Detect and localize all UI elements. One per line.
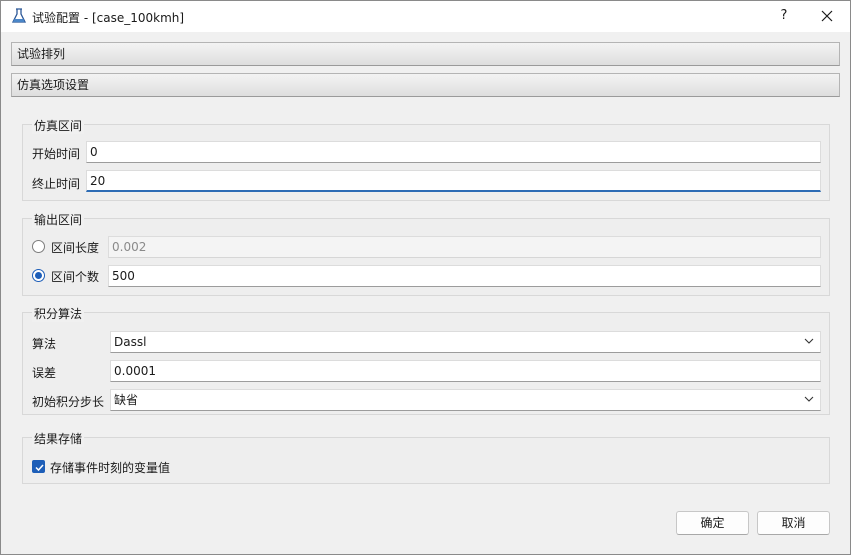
end-time-label: 终止时间 [32, 177, 81, 191]
section-simulation-options[interactable]: 仿真选项设置 [11, 73, 840, 97]
simulation-interval-group: 仿真区间 开始时间 0 终止时间 20 [22, 117, 830, 201]
title-bar: 试验配置 - [case_100kmh] ? [1, 1, 850, 32]
group-title: 输出区间 [32, 211, 85, 228]
end-time-input[interactable]: 20 [86, 170, 821, 192]
interval-count-input[interactable]: 500 [108, 265, 821, 287]
algorithm-select[interactable]: Dassl [110, 331, 821, 353]
tolerance-label: 误差 [32, 366, 57, 380]
chevron-down-icon [804, 338, 814, 344]
interval-length-radio[interactable] [32, 240, 45, 253]
cancel-button[interactable]: 取消 [757, 511, 830, 535]
chevron-down-icon [804, 396, 814, 402]
close-icon [821, 10, 833, 22]
section-test-arrangement[interactable]: 试验排列 [11, 42, 840, 66]
integration-group: 积分算法 算法 Dassl 误差 0.0001 初始积分步长 缺省 [22, 305, 830, 415]
check-icon [35, 464, 44, 472]
interval-count-radio[interactable] [32, 269, 45, 282]
output-interval-group: 输出区间 区间长度 0.002 区间个数 500 [22, 211, 830, 296]
close-button[interactable] [815, 5, 839, 27]
group-title: 积分算法 [32, 305, 85, 322]
group-title: 仿真区间 [32, 117, 85, 134]
algorithm-label: 算法 [32, 337, 57, 351]
tolerance-input[interactable]: 0.0001 [110, 360, 821, 382]
store-event-values-checkbox[interactable] [32, 460, 45, 473]
help-button[interactable]: ? [773, 5, 795, 27]
interval-length-label: 区间长度 [51, 241, 100, 255]
ok-button[interactable]: 确定 [676, 511, 749, 535]
result-storage-group: 结果存储 存储事件时刻的变量值 [22, 430, 830, 484]
start-time-input[interactable]: 0 [86, 141, 821, 163]
window-title: 试验配置 - [case_100kmh] [32, 11, 185, 25]
store-event-values-label: 存储事件时刻的变量值 [50, 461, 171, 475]
group-title: 结果存储 [32, 430, 85, 447]
initial-step-label: 初始积分步长 [32, 395, 105, 409]
initial-step-value: 缺省 [114, 393, 139, 407]
dialog-window: 试验配置 - [case_100kmh] ? 试验排列 仿真选项设置 仿真区间 … [0, 0, 851, 555]
algorithm-value: Dassl [114, 335, 147, 349]
interval-count-label: 区间个数 [51, 270, 100, 284]
initial-step-select[interactable]: 缺省 [110, 389, 821, 411]
start-time-label: 开始时间 [32, 147, 81, 161]
interval-length-input: 0.002 [108, 236, 821, 258]
flask-icon [11, 8, 27, 23]
